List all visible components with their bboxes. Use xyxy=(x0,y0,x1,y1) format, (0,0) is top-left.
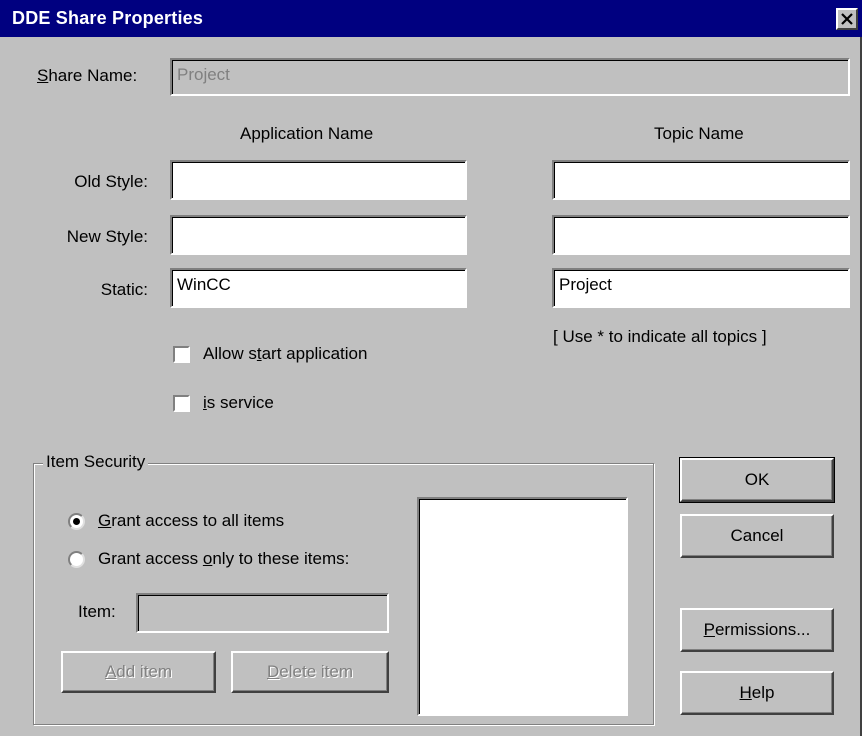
static-label: Static: xyxy=(100,280,148,299)
permissions-label: Permissions... xyxy=(703,620,811,639)
dde-share-properties-dialog: DDE Share Properties Share Name: Project… xyxy=(0,0,862,736)
delete-item-button[interactable]: Delete item xyxy=(231,651,389,693)
item-input xyxy=(136,593,389,633)
is-service-label: is service xyxy=(203,393,274,412)
application-name-header: Application Name xyxy=(240,124,374,143)
new-style-topic-input[interactable] xyxy=(552,215,850,255)
delete-item-label: Delete item xyxy=(267,662,353,681)
items-list[interactable] xyxy=(417,497,628,716)
static-application-input[interactable]: WinCC xyxy=(170,268,467,308)
new-style-application-input[interactable] xyxy=(170,215,467,255)
grant-all-items-label: Grant access to all items xyxy=(98,511,285,530)
grant-only-these-items-label: Grant access only to these items: xyxy=(98,549,350,568)
ok-button[interactable]: OK xyxy=(679,457,835,503)
is-service-checkbox[interactable]: is service xyxy=(173,393,274,413)
add-item-button[interactable]: Add item xyxy=(61,651,216,693)
grant-only-these-items-radio[interactable]: Grant access only to these items: xyxy=(68,549,349,569)
help-button[interactable]: Help xyxy=(680,671,834,715)
cancel-label: Cancel xyxy=(730,526,784,545)
topic-name-header: Topic Name xyxy=(654,124,744,143)
title-bar[interactable]: DDE Share Properties xyxy=(0,0,862,37)
old-style-label: Old Style: xyxy=(74,172,148,191)
old-style-application-input[interactable] xyxy=(170,160,467,200)
share-name-label: Share Name: xyxy=(37,66,138,85)
share-name-field: Project xyxy=(170,58,850,96)
close-button[interactable] xyxy=(836,8,858,30)
checkbox-box[interactable] xyxy=(173,345,190,363)
radio-selected-icon[interactable] xyxy=(68,512,85,530)
new-style-label: New Style: xyxy=(66,227,148,246)
ok-label: OK xyxy=(744,470,770,489)
allow-start-application-checkbox[interactable]: Allow start application xyxy=(173,344,367,364)
old-style-topic-input[interactable] xyxy=(552,160,850,200)
item-label: Item: xyxy=(78,602,116,621)
help-label: Help xyxy=(739,683,775,702)
permissions-button[interactable]: Permissions... xyxy=(680,608,834,652)
checkbox-box[interactable] xyxy=(173,394,190,412)
cancel-button[interactable]: Cancel xyxy=(680,514,834,558)
item-security-title: Item Security xyxy=(43,452,149,472)
grant-all-items-radio[interactable]: Grant access to all items xyxy=(68,511,284,531)
close-icon xyxy=(841,13,853,25)
topic-hint-text: [ Use * to indicate all topics ] xyxy=(553,327,767,346)
allow-start-application-label: Allow start application xyxy=(203,344,368,363)
static-topic-input[interactable]: Project xyxy=(552,268,850,308)
add-item-label: Add item xyxy=(104,662,173,681)
radio-unselected-icon[interactable] xyxy=(68,550,85,568)
window-title: DDE Share Properties xyxy=(12,8,204,28)
